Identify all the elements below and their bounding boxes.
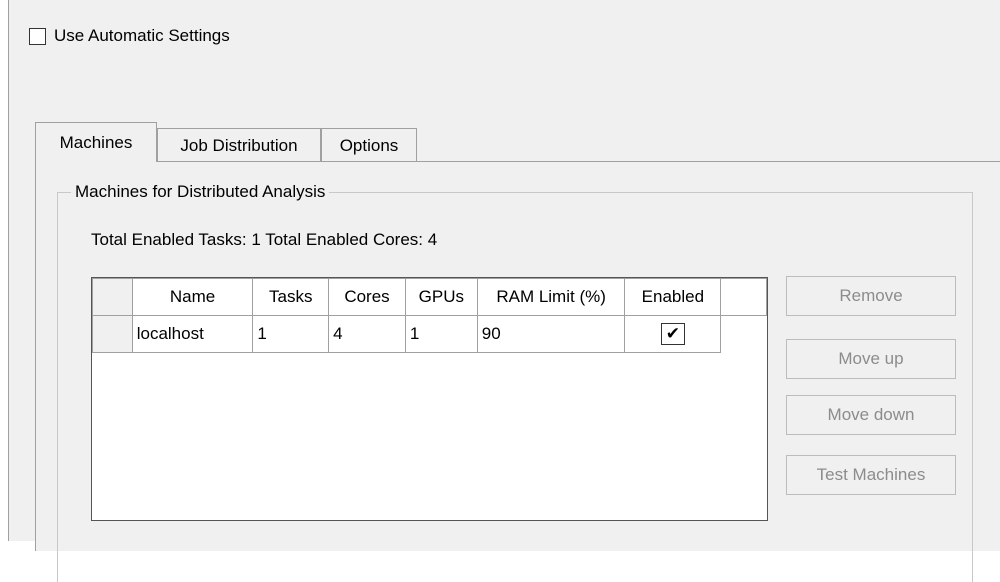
enabled-checkbox[interactable]: ✔ (660, 323, 685, 345)
auto-settings-label: Use Automatic Settings (54, 26, 230, 45)
col-header-gpus[interactable]: GPUs (404, 278, 478, 316)
groupbox-title: Machines for Distributed Analysis (75, 182, 326, 201)
cell-name[interactable]: localhost (131, 315, 254, 353)
move-up-button[interactable]: Move up (786, 339, 956, 379)
col-header-enabled[interactable]: Enabled (624, 278, 722, 316)
col-header-ram-limit[interactable]: RAM Limit (%) (476, 278, 626, 316)
cell-tasks[interactable]: 1 (252, 315, 330, 353)
col-header-tasks[interactable]: Tasks (252, 278, 330, 316)
table-row[interactable]: localhost 1 4 1 90 ✔ (92, 315, 767, 353)
tab-machines-label: Machines (59, 132, 133, 152)
tab-job-distribution[interactable]: Job Distribution (157, 128, 321, 162)
auto-settings-checkbox[interactable] (29, 27, 46, 45)
totals-text: Total Enabled Tasks: 1 Total Enabled Cor… (91, 230, 438, 249)
tab-options-label: Options (339, 135, 399, 155)
tab-machines[interactable]: Machines (35, 122, 157, 162)
tab-options[interactable]: Options (321, 128, 417, 162)
auto-settings-row[interactable]: Use Automatic Settings (29, 24, 230, 48)
machines-table: Name Tasks Cores GPUs RAM Limit (%) Enab… (92, 278, 767, 353)
tab-job-distribution-label: Job Distribution (180, 135, 298, 155)
col-header-blank (720, 278, 767, 316)
checkmark-icon: ✔ (665, 324, 680, 343)
cell-empty (720, 315, 767, 353)
grid-corner-cell[interactable] (92, 278, 133, 316)
col-header-cores[interactable]: Cores (328, 278, 406, 316)
cell-ram-limit[interactable]: 90 (476, 315, 626, 353)
col-header-name[interactable]: Name (131, 278, 254, 316)
cell-cores[interactable]: 4 (328, 315, 406, 353)
test-machines-button[interactable]: Test Machines (786, 455, 956, 495)
settings-panel: Use Automatic Settings Machines Job Dist… (8, 0, 1000, 582)
cell-gpus[interactable]: 1 (404, 315, 478, 353)
move-down-button[interactable]: Move down (786, 395, 956, 435)
machines-grid[interactable]: Name Tasks Cores GPUs RAM Limit (%) Enab… (91, 277, 768, 521)
remove-button[interactable]: Remove (786, 276, 956, 316)
cell-enabled[interactable]: ✔ (624, 315, 722, 353)
grid-header-row: Name Tasks Cores GPUs RAM Limit (%) Enab… (92, 278, 767, 316)
tab-body-machines: Machines for Distributed Analysis Total … (35, 161, 1000, 582)
row-header-cell[interactable] (92, 315, 133, 353)
